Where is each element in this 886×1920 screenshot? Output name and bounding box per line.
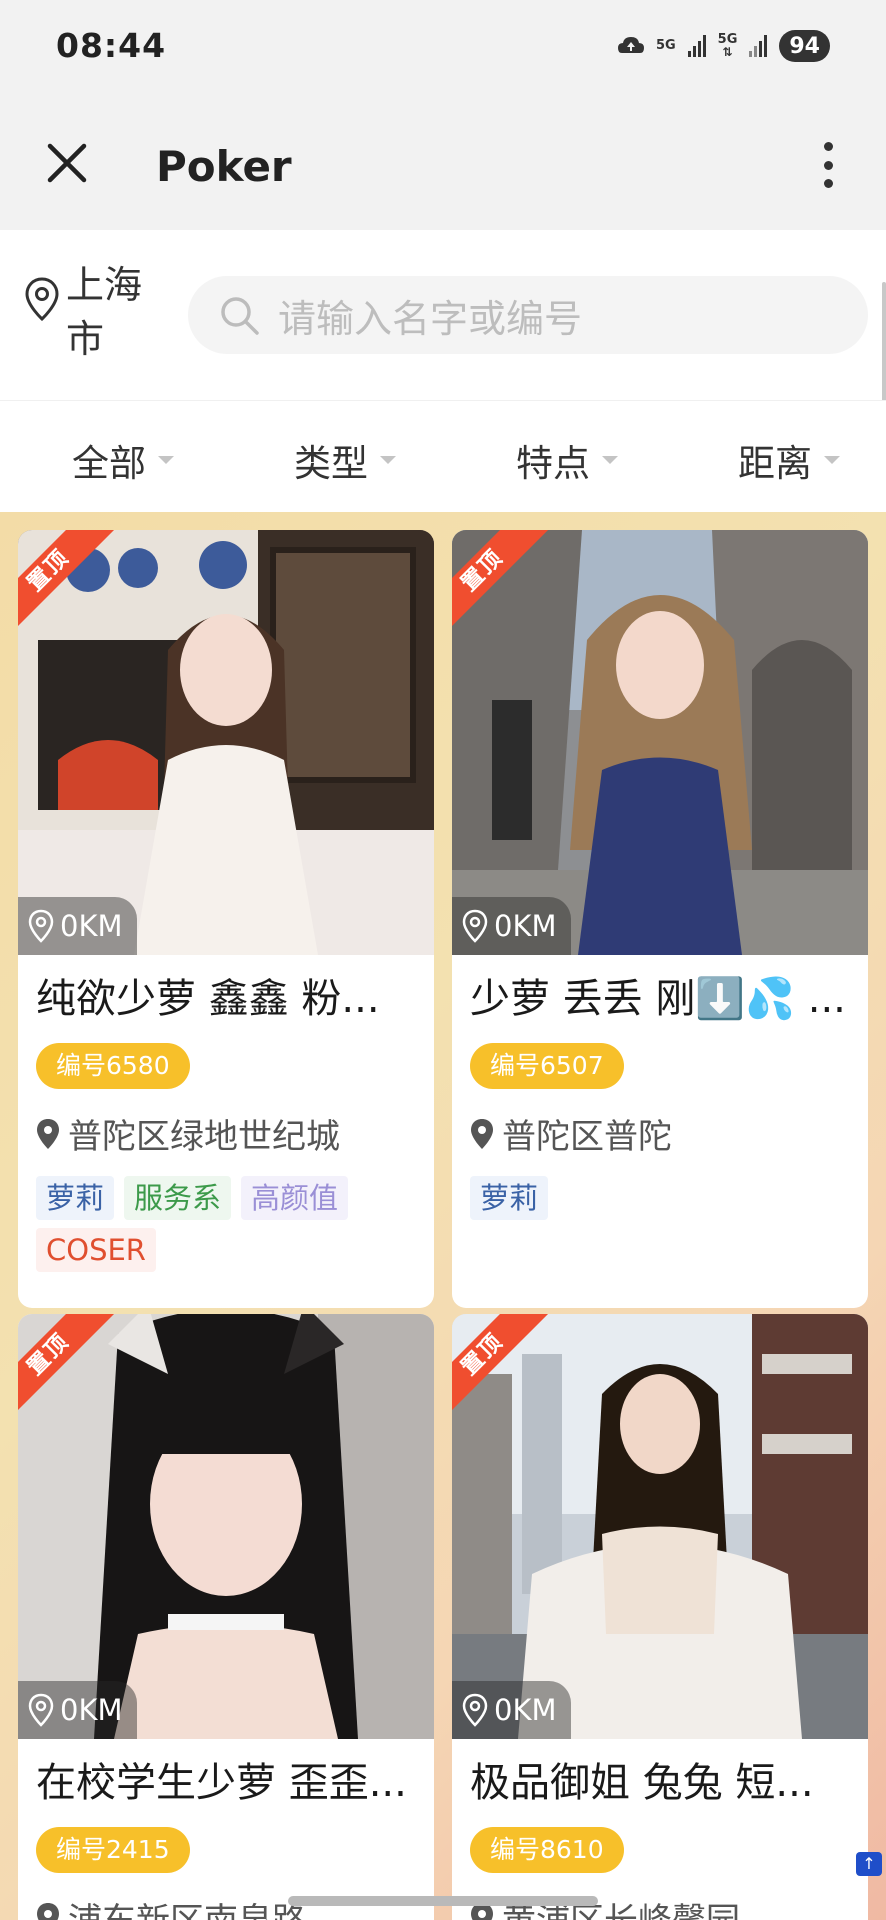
caret-down-icon [380,456,396,464]
tag-list: 萝莉 [470,1176,850,1220]
profile-card[interactable]: 置顶 0KM 极品御姐 兔兔 短... 编号8610 [452,1314,868,1920]
network-label-1: 5G [655,38,676,53]
search-input[interactable]: 请输入名字或编号 [188,276,868,354]
distance-badge: 0KM [452,1681,571,1739]
caret-down-icon [602,456,618,464]
filter-label: 距离 [738,442,812,485]
location-pin-icon [25,277,59,322]
filter-label: 全部 [72,442,146,485]
profile-card[interactable]: 置顶 0KM 少萝 丢丢 刚⬇️💦 ... 编号6507 普陀区普陀 萝莉 [452,530,868,1308]
id-badge: 编号6580 [36,1043,190,1089]
location-pin-icon [462,909,488,943]
id-badge: 编号2415 [36,1827,190,1873]
search-placeholder: 请输入名字或编号 [278,296,583,341]
location-text: 普陀区绿地世纪城 [68,1117,340,1157]
city-selector[interactable]: 上海市 [24,258,156,366]
distance-badge: 0KM [18,897,137,955]
network-5g-2-icon: 5G ⇅ [717,32,738,59]
caret-down-icon [824,456,840,464]
search-icon [221,297,259,335]
distance-badge: 0KM [18,1681,137,1739]
card-body: 极品御姐 兔兔 短... 编号8610 黄浦区长峰馨园 [452,1739,868,1920]
filter-label: 类型 [294,442,368,485]
home-indicator[interactable] [288,1896,598,1906]
tag-list: 萝莉 服务系 高颜值 COSER [36,1176,416,1272]
location-text: 浦东新区南泉路 [68,1893,306,1920]
signal-1-icon [687,35,706,57]
scroll-top-icon[interactable]: ↑ [856,1852,882,1876]
card-body: 在校学生少萝 歪歪... 编号2415 浦东新区南泉路 [18,1739,434,1920]
tag: 萝莉 [470,1176,549,1220]
status-time: 08:44 [56,26,167,65]
card-title: 在校学生少萝 歪歪... [36,1760,407,1806]
signal-2-icon [749,35,768,57]
card-title: 纯欲少萝 鑫鑫 粉... [36,976,380,1022]
filter-distance[interactable]: 距离 [738,433,840,487]
page-title: Poker [156,142,292,191]
map-marker-icon [37,1118,59,1149]
photo-image [18,1314,434,1739]
card-location: 普陀区普陀 [470,1109,850,1158]
location-pin-icon [28,909,54,943]
city-name: 上海市 [66,263,143,361]
card-title: 极品御姐 兔兔 短... [470,1760,814,1806]
location-text: 普陀区普陀 [502,1117,672,1157]
profile-photo[interactable]: 置顶 0KM [452,1314,868,1739]
search-row: 上海市 请输入名字或编号 [0,230,886,752]
profile-card[interactable]: 置顶 0KM 在校学生少萝 歪歪... 编号2415 [18,1314,434,1920]
distance-text: 0KM [494,909,557,943]
location-pin-icon [462,1693,488,1727]
tag: 萝莉 [36,1176,115,1220]
location-pin-icon [28,1693,54,1727]
photo-image [18,530,434,955]
app-bar: Poker [0,92,886,230]
map-marker-icon [471,1118,493,1149]
profile-photo[interactable]: 置顶 0KM [18,530,434,955]
filter-all[interactable]: 全部 [72,433,174,487]
distance-badge: 0KM [452,897,571,955]
map-marker-icon [37,1902,59,1920]
card-body: 少萝 丢丢 刚⬇️💦 ... 编号6507 普陀区普陀 萝莉 [452,955,868,1238]
close-icon[interactable] [44,140,90,186]
profile-photo[interactable]: 置顶 0KM [18,1314,434,1739]
profile-card[interactable]: 置顶 0KM 纯欲少萝 鑫鑫 粉... 编号6580 普陀区绿地世纪城 萝莉 服… [18,530,434,1308]
distance-text: 0KM [60,1693,123,1727]
tag: 服务系 [124,1176,232,1220]
more-options-icon[interactable] [818,142,838,188]
filter-bar: 全部 类型 特点 距离 [0,400,886,512]
card-title: 少萝 丢丢 刚⬇️💦 ... [470,976,846,1022]
photo-image [452,1314,868,1739]
battery-indicator: 94 [779,30,830,62]
distance-text: 0KM [494,1693,557,1727]
caret-down-icon [158,456,174,464]
filter-features[interactable]: 特点 [516,433,618,487]
photo-image [452,530,868,955]
card-body: 纯欲少萝 鑫鑫 粉... 编号6580 普陀区绿地世纪城 萝莉 服务系 高颜值 … [18,955,434,1290]
tag: COSER [36,1228,156,1272]
filter-label: 特点 [516,442,590,485]
tag: 高颜值 [241,1176,349,1220]
app-screen: 08:44 5G 5G ⇅ 94 Poker 上海市 请输入名字或编号 全部 类… [0,0,886,1920]
profile-photo[interactable]: 置顶 0KM [452,530,868,955]
card-location: 普陀区绿地世纪城 [36,1109,416,1158]
status-icons: 5G 5G ⇅ 94 [617,28,830,64]
status-bar: 08:44 5G 5G ⇅ 94 [0,0,886,92]
filter-type[interactable]: 类型 [294,433,396,487]
id-badge: 编号8610 [470,1827,624,1873]
cloud-upload-icon [617,37,644,53]
network-5g-1-icon: 5G [655,38,676,53]
id-badge: 编号6507 [470,1043,624,1089]
profile-grid: 置顶 0KM 纯欲少萝 鑫鑫 粉... 编号6580 普陀区绿地世纪城 萝莉 服… [0,512,886,1920]
distance-text: 0KM [60,909,123,943]
